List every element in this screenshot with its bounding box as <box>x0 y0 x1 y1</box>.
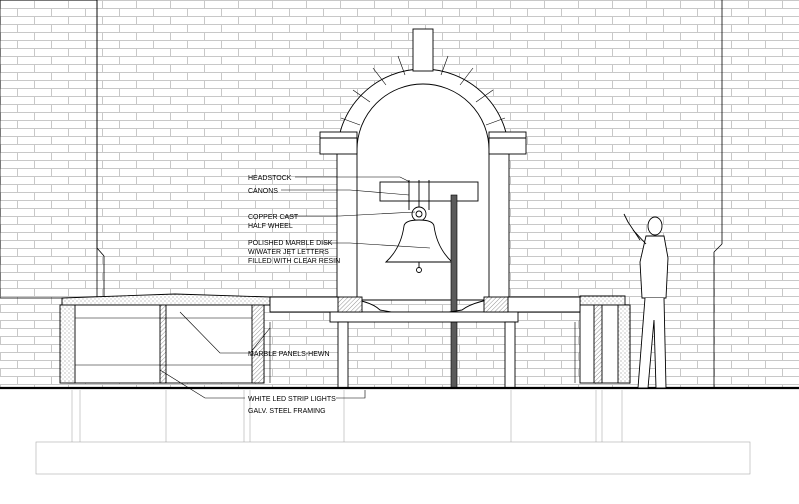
label-led-strip: WHITE LED STRIP LIGHTS <box>248 396 336 403</box>
label-marble-disk: POLISHED MARBLE DISK <box>248 240 333 247</box>
label-half-wheel: HALF WHEEL <box>248 223 293 230</box>
pole <box>450 194 458 389</box>
drawing-canvas: HEADSTOCK CANONS COPPER CAST HALF WHEEL … <box>0 0 799 499</box>
left-pilaster <box>0 0 105 299</box>
label-copper-cast: COPPER CAST <box>248 214 299 221</box>
label-steel-framing: GALV. STEEL FRAMING <box>248 408 326 415</box>
label-headstock: HEADSTOCK <box>248 175 292 182</box>
label-marble-panels: MARBLE PANELS-HEWN <box>248 351 330 358</box>
foundation <box>35 390 751 475</box>
elevation-drawing: HEADSTOCK CANONS COPPER CAST HALF WHEEL … <box>0 0 799 475</box>
label-clear-resin: FILLED WITH CLEAR RESIN <box>248 258 340 265</box>
label-water-jet: W/WATER JET LETTERS <box>248 249 329 256</box>
label-canons: CANONS <box>248 188 278 195</box>
